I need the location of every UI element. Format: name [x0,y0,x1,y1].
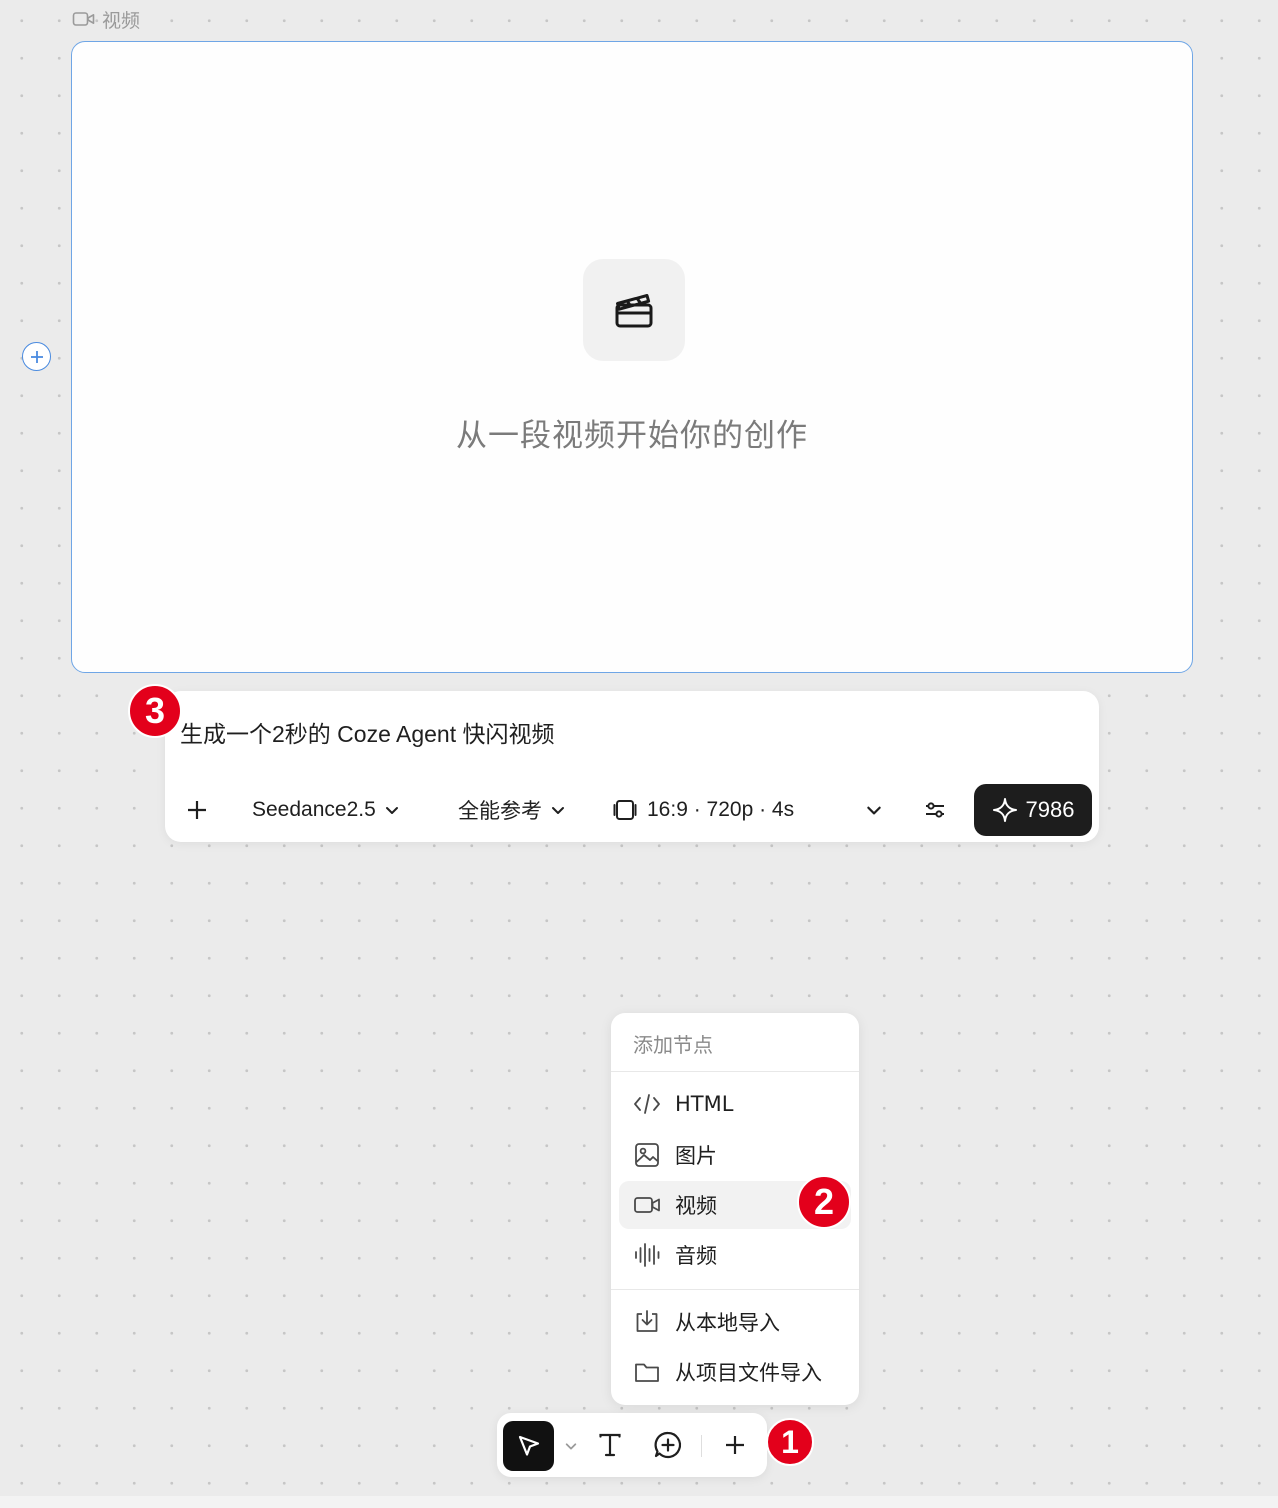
plus-icon [188,801,206,819]
credits-count: 7986 [1025,797,1075,822]
menu-item-import-project[interactable]: 从项目文件导入 [619,1348,851,1396]
clapperboard-icon [583,259,685,361]
model-select[interactable]: Seedance2.5 [252,784,400,836]
step-marker-3: 3 [128,684,182,738]
cursor-arrow-icon [518,1435,539,1456]
settings-dropdown-toggle[interactable] [865,784,883,836]
canvas-toolbar [497,1413,767,1477]
step-marker-1: 1 [766,1418,814,1466]
aspect-ratio-icon [613,800,637,820]
advanced-settings-button[interactable] [923,784,947,836]
import-icon [636,1310,658,1332]
reference-mode-label: 全能参考 [458,800,542,823]
video-icon [634,1197,660,1213]
video-camera-icon [72,12,95,26]
video-node-card[interactable]: 从一段视频开始你的创作 [71,41,1193,673]
menu-item-label: 视频 [675,1194,717,1218]
video-settings-select[interactable]: 16:9 · 720p · 4s [613,784,794,836]
menu-item-import-local[interactable]: 从本地导入 [619,1298,851,1346]
menu-item-label: 音频 [675,1244,717,1268]
menu-item-audio[interactable]: 音频 [619,1231,851,1279]
folder-icon [635,1363,659,1382]
code-icon [634,1094,660,1114]
plus-icon [726,1436,744,1454]
chevron-down-icon [565,1443,577,1450]
text-icon [599,1433,621,1457]
chevron-down-icon [385,807,398,814]
select-tool-button[interactable] [503,1421,554,1471]
chevron-down-icon [867,806,881,815]
select-tool-menu-toggle[interactable] [560,1437,582,1455]
menu-divider [611,1071,859,1072]
video-settings-label: 16:9 · 720p · 4s [647,798,795,821]
menu-item-label: 图片 [675,1144,717,1168]
prompt-input[interactable]: 生成一个2秒的 Coze Agent 快闪视频 [180,715,555,749]
canvas-bottom-strip [0,1496,1278,1508]
node-placeholder-text: 从一段视频开始你的创作 [456,418,808,454]
menu-item-label: 从本地导入 [675,1311,780,1335]
sliders-icon [926,802,944,818]
add-node-button[interactable] [718,1428,752,1462]
toolbar-separator [701,1435,702,1457]
reference-mode-select[interactable]: 全能参考 [458,784,566,836]
audio-wave-icon [635,1243,660,1267]
menu-item-image[interactable]: 图片 [619,1131,851,1179]
image-icon [635,1143,659,1167]
node-title-text: 视频 [102,9,141,32]
generate-button[interactable]: 7986 [974,784,1092,836]
prompt-toolbar: Seedance2.5 全能参考 16:9 · 720p · 4s 7986 [165,784,1099,836]
comment-tool-button[interactable] [651,1428,685,1462]
add-comment-icon [654,1431,682,1459]
menu-divider [611,1289,859,1290]
model-select-label: Seedance2.5 [252,798,376,821]
add-reference-button[interactable] [185,784,209,836]
node-title[interactable]: 视频 [72,6,140,32]
add-node-menu-title: 添加节点 [633,1033,713,1057]
menu-item-label: 从项目文件导入 [675,1361,822,1385]
add-connection-handle[interactable] [22,342,51,371]
plus-icon [30,350,43,363]
prompt-panel: 生成一个2秒的 Coze Agent 快闪视频 Seedance2.5 全能参考 [165,691,1099,842]
chevron-down-icon [552,807,564,814]
menu-item-html[interactable]: HTML [619,1080,851,1128]
step-marker-2: 2 [797,1175,851,1229]
text-tool-button[interactable] [593,1428,627,1462]
menu-item-label: HTML [675,1092,734,1116]
sparkle-icon [992,798,1017,822]
